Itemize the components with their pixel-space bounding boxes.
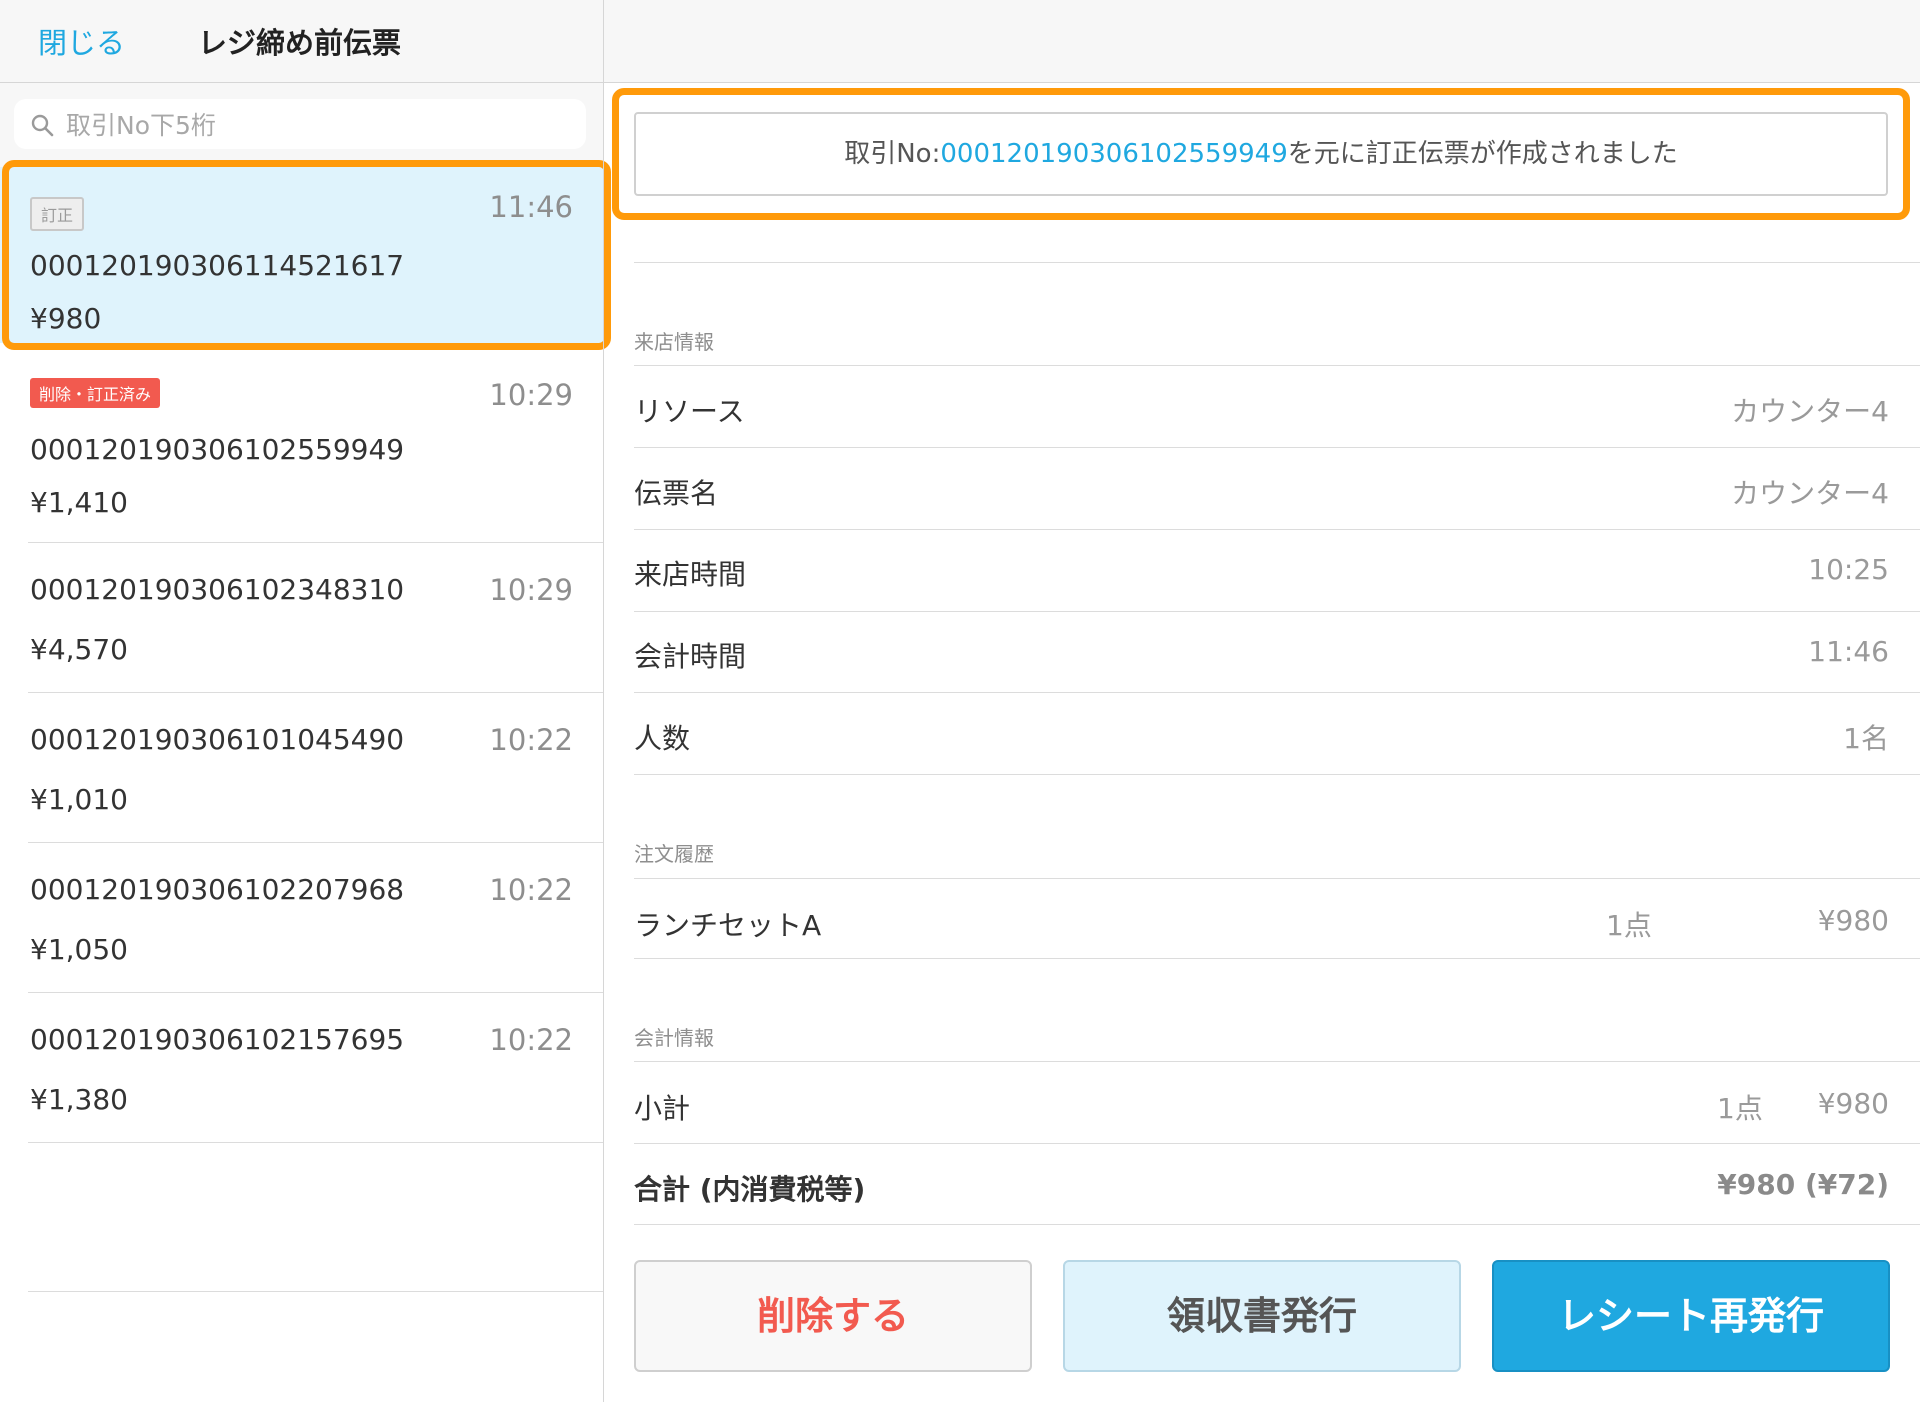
divider: [634, 692, 1920, 693]
item-number: 000120190306102157695: [30, 1023, 405, 1056]
item-price: ¥4,570: [30, 633, 128, 666]
section-payment-info: 会計情報: [634, 1026, 714, 1050]
list-item[interactable]: 10:22 000120190306101045490 ¥1,010: [0, 693, 603, 843]
divider: [634, 958, 1920, 959]
divider: [28, 1142, 603, 1143]
list-item[interactable]: 10:22 000120190306102207968 ¥1,050: [0, 843, 603, 993]
divider: [634, 529, 1920, 530]
resource-label: リソース: [634, 395, 745, 428]
item-price: ¥1,050: [30, 933, 128, 966]
item-time: 10:22: [489, 723, 573, 757]
search-area: [0, 83, 603, 167]
item-price: ¥1,380: [30, 1083, 128, 1116]
section-order-history: 注文履歴: [634, 842, 714, 866]
checkout-time-value: 11:46: [1808, 635, 1889, 668]
item-time: 11:46: [489, 190, 573, 224]
item-number: 000120190306102559949: [30, 433, 405, 466]
list-item[interactable]: 10:22 000120190306102157695 ¥1,380: [0, 993, 603, 1143]
resource-value: カウンター4: [1731, 395, 1889, 428]
slip-name-label: 伝票名: [634, 477, 719, 510]
page-title: レジ締め前伝票: [198, 26, 402, 60]
item-price: ¥1,010: [30, 783, 128, 816]
divider: [634, 262, 1920, 263]
divider: [634, 1224, 1920, 1225]
search-box[interactable]: [14, 99, 586, 151]
divider: [634, 611, 1920, 612]
correction-notice: 取引No:000120190306102559949を元に訂正伝票が作成されまし…: [634, 112, 1888, 196]
checkout-time-label: 会計時間: [634, 640, 747, 673]
divider: [634, 878, 1920, 879]
item-time: 10:29: [489, 378, 573, 412]
divider: [634, 1143, 1920, 1144]
order-item-price: ¥980: [1817, 904, 1889, 937]
left-header: 閉じる レジ締め前伝票: [0, 0, 603, 83]
notice-prefix: 取引No:: [844, 139, 941, 169]
item-price: ¥980: [30, 302, 102, 335]
visit-time-value: 10:25: [1808, 553, 1889, 586]
item-price: ¥1,410: [30, 486, 128, 519]
total-label: 合計 (内消費税等): [634, 1173, 866, 1206]
deleted-badge: 削除・訂正済み: [30, 378, 161, 408]
divider: [634, 1061, 1920, 1062]
transaction-list: 訂正 11:46 000120190306114521617 ¥980 削除・訂…: [0, 167, 603, 1143]
item-time: 10:29: [489, 573, 573, 607]
item-number: 000120190306102348310: [30, 573, 405, 606]
divider: [634, 365, 1920, 366]
issue-receipt-button[interactable]: 領収書発行: [1063, 1260, 1461, 1372]
list-item[interactable]: 訂正 11:46 000120190306114521617 ¥980: [0, 167, 603, 343]
pane-divider: [603, 0, 604, 1402]
subtotal-label: 小計: [634, 1092, 691, 1125]
visit-time-label: 来店時間: [634, 558, 747, 591]
total-value: ¥980 (¥72): [1717, 1168, 1889, 1201]
slip-name-value: カウンター4: [1731, 477, 1889, 510]
item-number: 000120190306101045490: [30, 723, 405, 756]
correction-badge: 訂正: [30, 197, 85, 231]
reissue-receipt-button[interactable]: レシート再発行: [1492, 1260, 1890, 1372]
list-item[interactable]: 削除・訂正済み 10:29 000120190306102559949 ¥1,4…: [0, 343, 603, 543]
guests-label: 人数: [634, 722, 691, 755]
search-input[interactable]: [64, 99, 568, 151]
item-number: 000120190306102207968: [30, 873, 405, 906]
item-number: 000120190306114521617: [30, 249, 405, 282]
divider: [634, 447, 1920, 448]
item-time: 10:22: [489, 873, 573, 907]
divider: [28, 1291, 603, 1292]
guests-value: 1名: [1843, 722, 1889, 755]
order-item-name: ランチセットA: [634, 909, 822, 942]
notice-suffix: を元に訂正伝票が作成されました: [1287, 139, 1678, 169]
section-visit-info: 来店情報: [634, 330, 714, 354]
item-time: 10:22: [489, 1023, 573, 1057]
subtotal-qty: 1点: [1717, 1092, 1763, 1125]
search-icon: [31, 114, 54, 137]
right-header: [604, 0, 1920, 83]
list-item[interactable]: 10:29 000120190306102348310 ¥4,570: [0, 543, 603, 693]
divider: [634, 774, 1920, 775]
close-button[interactable]: 閉じる: [38, 20, 125, 62]
subtotal-value: ¥980: [1817, 1087, 1889, 1120]
delete-button[interactable]: 削除する: [634, 1260, 1032, 1372]
order-item-qty: 1点: [1606, 909, 1652, 942]
notice-transaction-link[interactable]: 000120190306102559949: [940, 139, 1287, 169]
